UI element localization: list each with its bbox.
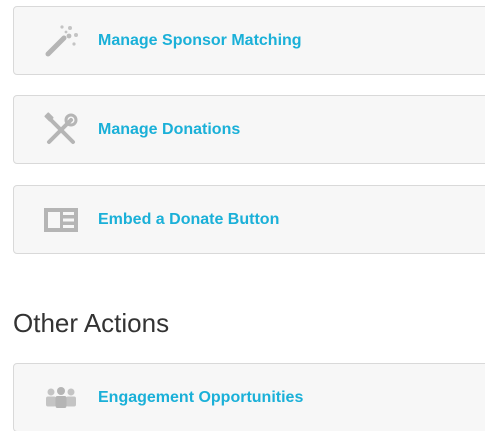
engagement-opportunities-link[interactable]: Engagement Opportunities xyxy=(98,389,303,407)
manage-sponsor-matching-card[interactable]: Manage Sponsor Matching xyxy=(13,6,485,75)
people-group-icon xyxy=(40,377,82,419)
embed-layout-icon xyxy=(40,199,82,241)
tools-icon xyxy=(40,109,82,151)
magic-wand-icon xyxy=(40,20,82,62)
page: Manage Sponsor Matching Manage Donations… xyxy=(0,0,485,431)
embed-donate-button-link[interactable]: Embed a Donate Button xyxy=(98,211,279,229)
other-actions-heading: Other Actions xyxy=(13,308,170,338)
manage-donations-card[interactable]: Manage Donations xyxy=(13,95,485,164)
manage-sponsor-matching-link[interactable]: Manage Sponsor Matching xyxy=(98,32,302,50)
engagement-opportunities-card[interactable]: Engagement Opportunities xyxy=(13,363,485,431)
manage-donations-link[interactable]: Manage Donations xyxy=(98,121,240,139)
embed-donate-button-card[interactable]: Embed a Donate Button xyxy=(13,185,485,254)
